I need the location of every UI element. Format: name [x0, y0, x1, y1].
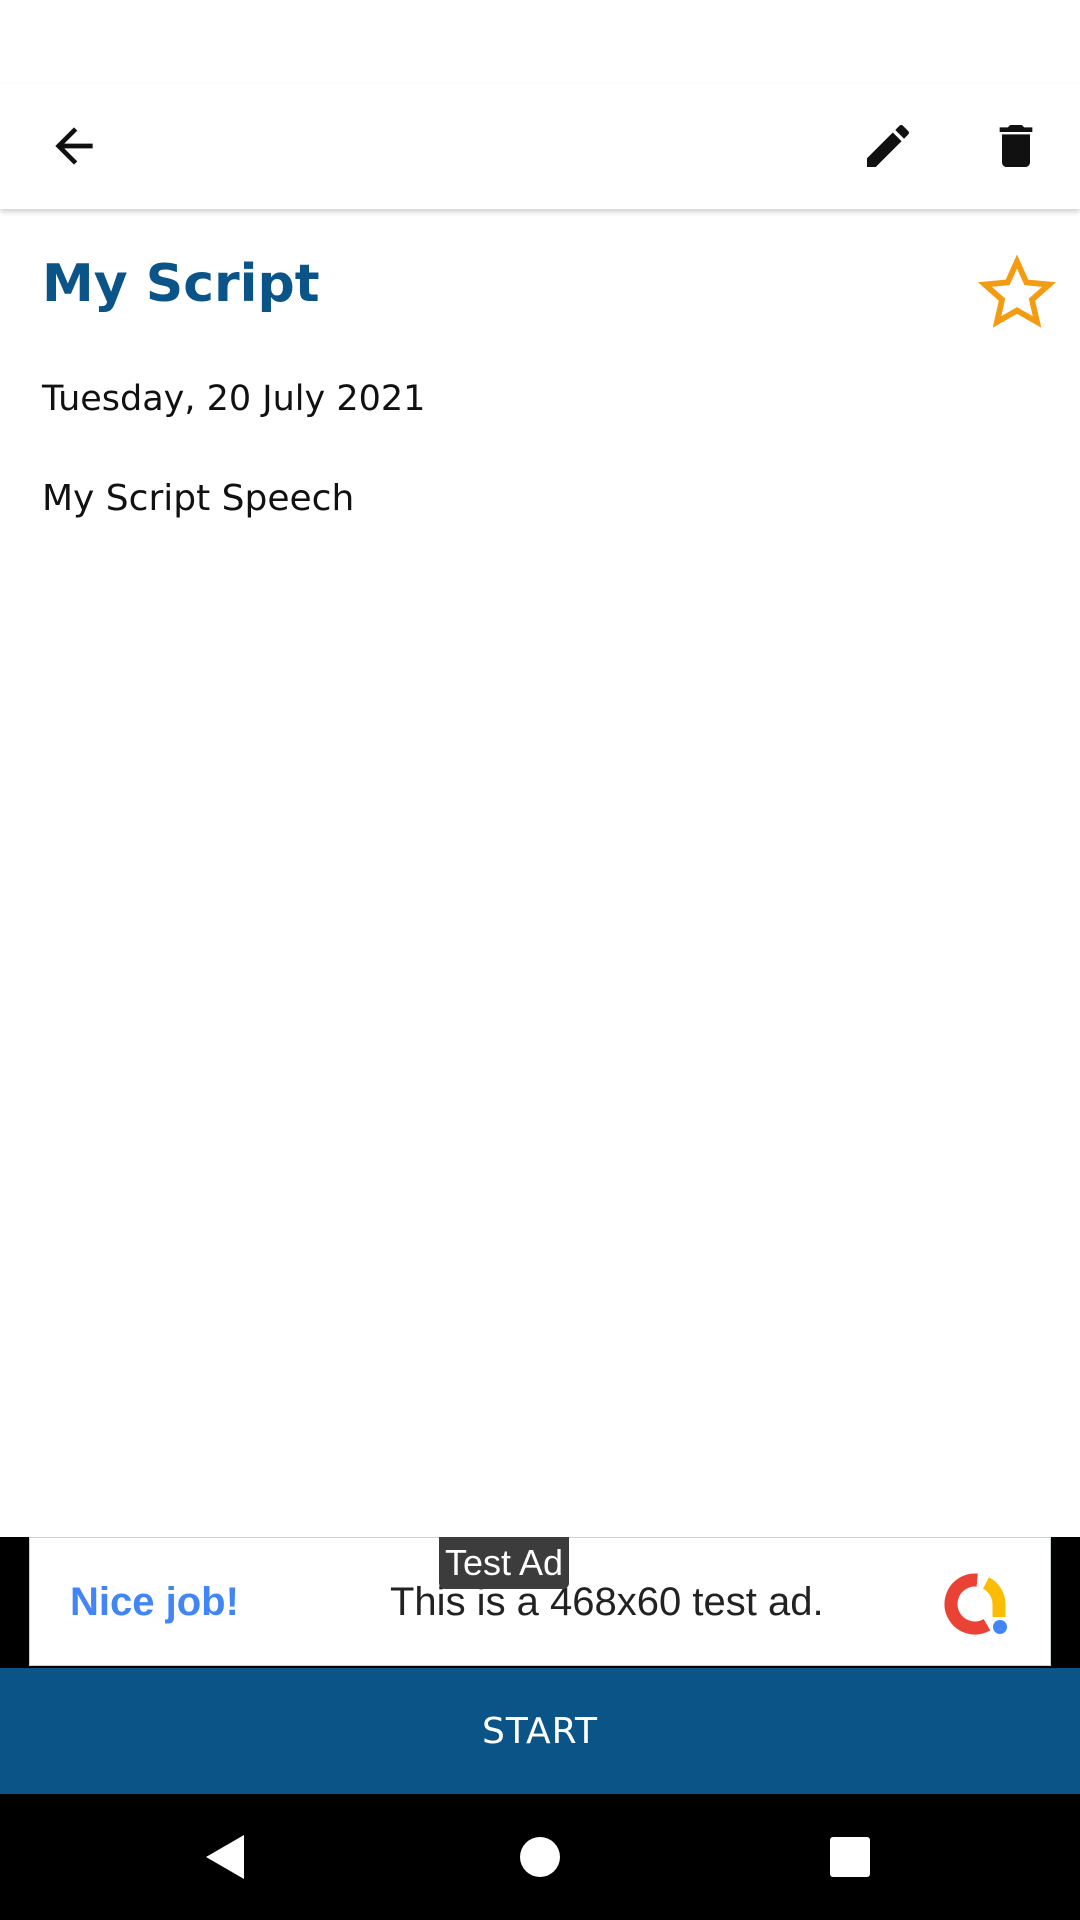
script-title: My Script — [42, 254, 320, 314]
script-speech: My Script Speech — [42, 478, 355, 519]
ad-container: Nice job! This is a 468x60 test ad. Test… — [0, 1537, 1080, 1668]
nav-recents-icon[interactable] — [820, 1827, 880, 1887]
star-outline-icon — [977, 254, 1057, 328]
status-bar — [0, 0, 1080, 84]
start-button[interactable]: START — [0, 1668, 1080, 1794]
pencil-icon — [867, 124, 910, 167]
system-nav-bar — [0, 1794, 1080, 1920]
favorite-button[interactable] — [976, 252, 1058, 334]
ad-logo-icon — [944, 1573, 1007, 1635]
nav-back-icon[interactable] — [196, 1827, 256, 1887]
top-app-bar — [0, 84, 1080, 209]
script-date: Tuesday, 20 July 2021 — [42, 379, 426, 419]
ad-headline: Nice job! — [70, 1580, 239, 1624]
edit-button[interactable] — [848, 106, 928, 186]
delete-button[interactable] — [976, 106, 1056, 186]
arrow-back-icon — [55, 127, 93, 165]
back-button[interactable] — [34, 106, 114, 186]
nav-home-icon[interactable] — [510, 1827, 570, 1887]
test-ad-tag: Test Ad — [439, 1537, 570, 1589]
trash-icon — [999, 125, 1033, 167]
